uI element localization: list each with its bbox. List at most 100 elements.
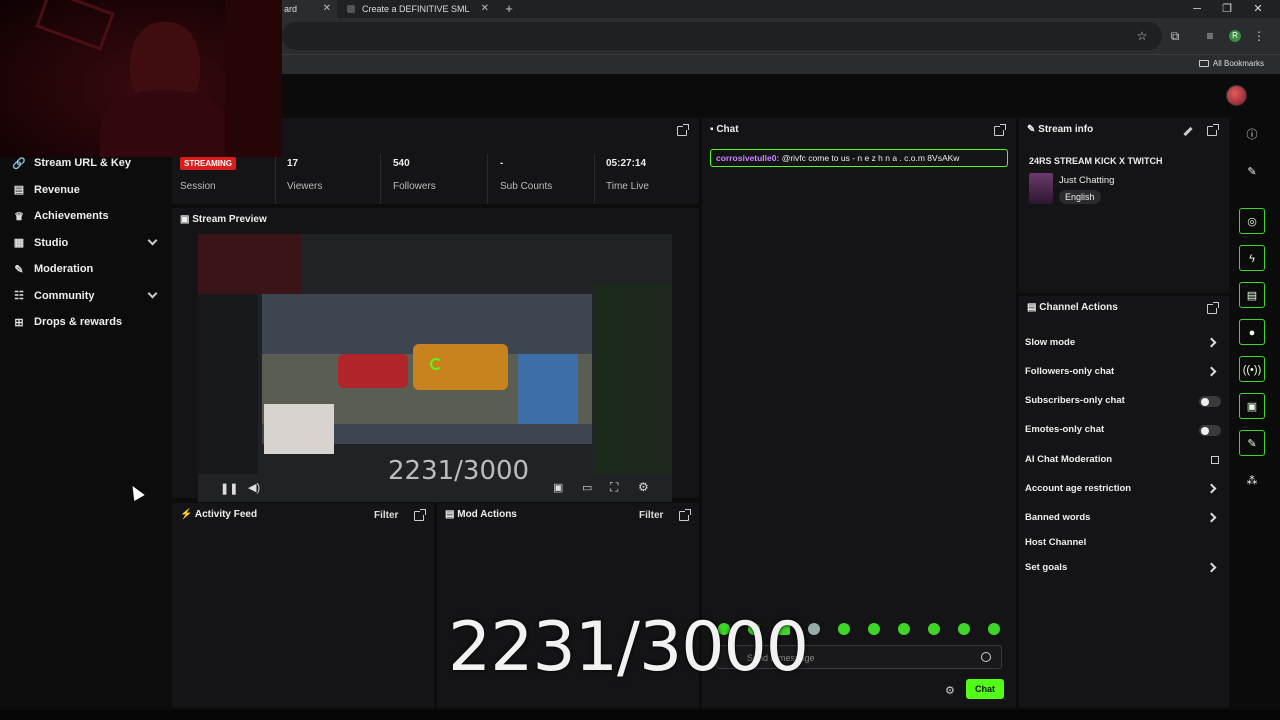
menu-dots-icon[interactable]: ⋮ xyxy=(1251,28,1267,44)
stream-info-panel: ✎ Stream info 24RS STREAM KICK X TWITCH … xyxy=(1019,118,1229,293)
emote-icon[interactable] xyxy=(898,623,910,635)
all-bookmarks-button[interactable]: All Bookmarks xyxy=(1198,57,1264,71)
stream-category[interactable]: Just Chatting xyxy=(1059,175,1114,186)
set-goals-action[interactable]: Set goals xyxy=(1025,558,1225,578)
pip-icon[interactable]: ▣ xyxy=(553,481,563,494)
stream-info-title: Stream info xyxy=(1038,124,1094,135)
pencil-icon[interactable] xyxy=(1183,126,1193,137)
subscribers-only-toggle[interactable] xyxy=(1199,396,1221,407)
followers-only-action[interactable]: Followers-only chat xyxy=(1025,362,1225,382)
media-icon[interactable]: ≡ xyxy=(1202,28,1218,44)
camera-switch-icon[interactable]: ▣ xyxy=(1239,393,1265,419)
note-icon: ▤ xyxy=(1027,302,1040,313)
chevron-down-icon[interactable] xyxy=(147,288,158,298)
restore-icon[interactable]: ❐ xyxy=(1212,0,1242,18)
avatar[interactable] xyxy=(1226,85,1247,106)
sidebar-item-moderation[interactable]: ✎ Moderation xyxy=(0,256,170,283)
emote-icon[interactable] xyxy=(958,623,970,635)
close-tab-icon[interactable]: ✕ xyxy=(323,0,331,18)
plus-icon[interactable]: + xyxy=(502,0,516,17)
sidebar-item-achievements[interactable]: ♛ Achievements xyxy=(0,203,170,230)
popout-icon[interactable] xyxy=(677,124,689,136)
channel-actions-panel: ▤ Channel Actions Slow mode Followers-on… xyxy=(1019,296,1229,708)
pencil-icon[interactable]: ✎ xyxy=(1239,159,1265,185)
emote-icon[interactable] xyxy=(928,623,940,635)
chat-bubble-icon[interactable]: ● xyxy=(1239,319,1265,345)
action-label: Followers-only chat xyxy=(1025,366,1115,377)
webcam-shape xyxy=(35,0,115,51)
chevron-down-icon[interactable] xyxy=(147,235,158,245)
panel-title: ⚡ Activity Feed xyxy=(180,509,257,520)
lightning-icon[interactable]: ϟ xyxy=(1239,245,1265,271)
slow-mode-action[interactable]: Slow mode xyxy=(1025,333,1225,353)
nodes-icon[interactable]: ⁂ xyxy=(1239,468,1265,494)
gear-icon[interactable]: ⚙ xyxy=(945,684,955,697)
action-label: AI Chat Moderation xyxy=(1025,454,1113,465)
chat-message[interactable]: corrosivetulle0: @rivfc come to us - n e… xyxy=(710,149,1008,167)
emote-icon[interactable] xyxy=(808,623,820,635)
chat-username[interactable]: corrosivetulle0: xyxy=(716,153,779,163)
folder-icon xyxy=(1198,60,1209,67)
stream-preview-panel: ▣ Stream Preview 2231/3000 ❚❚ ◀) ▣ ▭ ⛶ ⚙ xyxy=(172,208,699,502)
note-icon[interactable]: ▤ xyxy=(1239,282,1265,308)
screenshot-icon[interactable]: ◎ xyxy=(1239,208,1265,234)
emote-icon[interactable] xyxy=(988,623,1000,635)
host-channel-action[interactable]: Host Channel xyxy=(1025,533,1225,553)
account-age-action[interactable]: Account age restriction xyxy=(1025,479,1225,499)
panel-title: ▤ Mod Actions xyxy=(445,509,517,520)
popout-icon[interactable] xyxy=(414,509,426,521)
right-toolbar: ⓘ ✎ ◎ ϟ ▤ ● ((•)) ▣ ✎ ⁂ xyxy=(1232,118,1280,708)
sidebar-item-drops[interactable]: ⊞ Drops & rewards xyxy=(0,309,170,336)
info-icon[interactable]: ⓘ xyxy=(1239,122,1265,148)
sidebar-item-label: Community xyxy=(34,289,95,302)
emote-icon[interactable] xyxy=(868,623,880,635)
gift-icon: ⊞ xyxy=(14,316,24,329)
volume-icon[interactable]: ◀) xyxy=(248,481,260,494)
wrench-icon[interactable]: ✎ xyxy=(1239,430,1265,456)
filter-button[interactable]: Filter xyxy=(639,510,663,521)
sidebar-item-revenue[interactable]: ▤ Revenue xyxy=(0,177,170,204)
stream-title: 24RS STREAM KICK X TWITCH xyxy=(1029,156,1163,166)
browser-tab[interactable]: ard ✕ xyxy=(282,0,337,18)
chevron-right-icon xyxy=(1206,562,1217,573)
wrench-icon: ✎ xyxy=(14,263,24,276)
trophy-icon: ♛ xyxy=(14,210,24,223)
sidebar-item-community[interactable]: ☷ Community xyxy=(0,283,170,310)
community-icon: ☷ xyxy=(14,290,24,303)
gear-icon[interactable]: ⚙ xyxy=(638,480,649,494)
sub-counts-label: Sub Counts xyxy=(500,181,553,192)
theater-icon[interactable]: ▭ xyxy=(582,481,592,494)
category-thumbnail xyxy=(1029,173,1053,204)
video-frame xyxy=(198,234,302,294)
ai-chat-moderation-action[interactable]: AI Chat Moderation xyxy=(1025,450,1225,470)
video-player[interactable]: 2231/3000 ❚❚ ◀) ▣ ▭ ⛶ ⚙ xyxy=(198,234,672,502)
extensions-icon[interactable]: ⧉ xyxy=(1167,28,1183,44)
popout-icon[interactable] xyxy=(679,509,691,521)
send-chat-button[interactable]: Chat xyxy=(966,679,1004,699)
popout-icon[interactable] xyxy=(1207,302,1219,314)
popout-icon[interactable] xyxy=(994,124,1006,136)
time-live-label: Time Live xyxy=(606,181,649,192)
emotes-only-toggle[interactable] xyxy=(1199,425,1221,436)
emote-icon[interactable] xyxy=(838,623,850,635)
browser-tab[interactable]: Create a DEFINITIVE SML CHAR ✕ xyxy=(340,0,495,32)
profile-avatar[interactable]: R xyxy=(1229,30,1241,42)
emoji-icon[interactable] xyxy=(981,652,991,662)
close-window-icon[interactable]: ✕ xyxy=(1243,0,1273,18)
address-bar[interactable] xyxy=(282,22,1162,50)
sidebar-item-studio[interactable]: ▦ Studio xyxy=(0,230,170,257)
close-tab-icon[interactable]: ✕ xyxy=(481,0,489,18)
broadcast-icon[interactable]: ((•)) xyxy=(1239,356,1265,382)
activity-feed-panel: ⚡ Activity Feed Filter xyxy=(172,503,434,708)
fullscreen-icon[interactable]: ⛶ xyxy=(610,480,618,495)
minimize-icon[interactable]: ─ xyxy=(1182,0,1212,18)
pause-icon[interactable]: ❚❚ xyxy=(220,482,238,495)
banned-words-action[interactable]: Banned words xyxy=(1025,508,1225,528)
sub-counts-value: - xyxy=(500,158,504,169)
webcam-shape xyxy=(100,90,230,157)
star-icon[interactable]: ☆ xyxy=(1134,28,1150,44)
popout-icon[interactable] xyxy=(1207,124,1219,136)
panel-title: ▤ Channel Actions xyxy=(1027,302,1118,313)
stream-preview-title: Stream Preview xyxy=(192,214,267,225)
filter-button[interactable]: Filter xyxy=(374,510,398,521)
